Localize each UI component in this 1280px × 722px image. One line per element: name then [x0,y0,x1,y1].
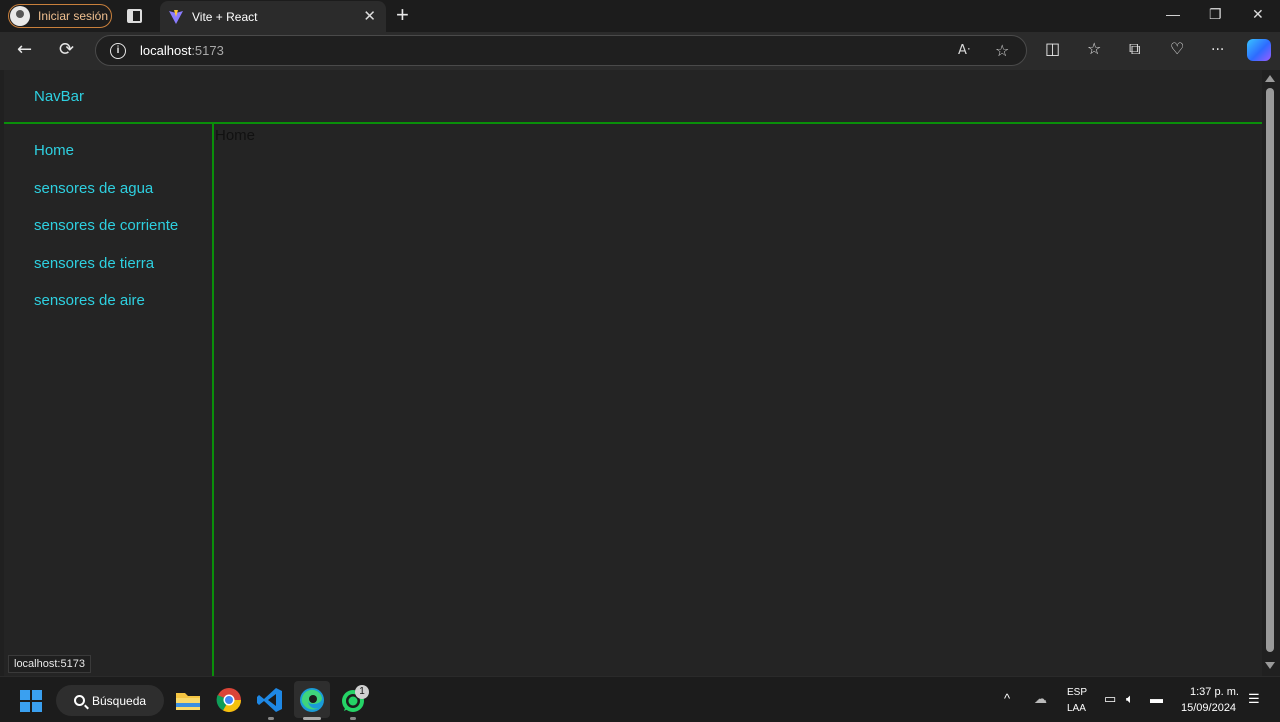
sidebar-item-sensores-corriente[interactable]: sensores de corriente [34,217,178,234]
read-aloud-icon[interactable]: Aᐧ [958,43,970,58]
vscode-icon[interactable] [256,686,284,714]
onedrive-cloud-icon[interactable]: ☁ [1034,691,1047,707]
edge-active-indicator [303,717,321,720]
scroll-down-arrow-icon[interactable] [1265,662,1275,669]
chrome-icon[interactable] [215,686,243,714]
favorite-star-icon[interactable]: ☆ [995,41,1009,60]
whatsapp-running-indicator [350,717,356,720]
network-icon[interactable]: ▭ [1104,691,1116,707]
edge-icon[interactable] [298,686,326,714]
tab-actions-icon[interactable] [127,9,142,23]
favorites-icon[interactable]: ☆ [1087,39,1101,58]
avatar-icon [10,6,30,26]
search-label: Búsqueda [92,693,147,708]
restore-button[interactable]: ❐ [1209,6,1222,23]
back-button[interactable]: ← [17,39,32,60]
file-explorer-icon[interactable] [174,686,202,714]
page-scrollbar[interactable] [1262,70,1280,676]
sidebar-item-sensores-tierra[interactable]: sensores de tierra [34,255,154,272]
browser-essentials-icon[interactable]: ♡ [1170,39,1184,58]
url-host: localhost [140,43,192,58]
browser-toolbar: ← ⟳ i localhost:5173 Aᐧ ☆ ◫ ☆ ⧉ ♡ ··· [0,32,1280,70]
navbar-title[interactable]: NavBar [34,88,84,105]
copilot-icon[interactable] [1247,39,1271,61]
battery-icon[interactable]: ▬ [1150,691,1163,706]
taskbar-search[interactable]: Búsqueda [56,685,164,716]
sidebar-item-sensores-agua[interactable]: sensores de agua [34,180,153,197]
address-bar[interactable]: i localhost:5173 Aᐧ ☆ [95,35,1027,66]
page-viewport: NavBar Home sensores de agua sensores de… [4,70,1262,676]
sidebar: Home sensores de agua sensores de corrie… [4,124,214,676]
browser-titlebar: Iniciar sesión Vite + React ✕ + — ❐ ✕ [0,0,1280,32]
sidebar-item-sensores-aire[interactable]: sensores de aire [34,292,145,309]
language-indicator-top[interactable]: ESP [1067,687,1087,698]
tab-vite-react[interactable]: Vite + React ✕ [160,1,386,32]
collections-icon[interactable]: ⧉ [1129,39,1140,59]
navbar: NavBar [4,70,1262,124]
new-tab-button[interactable]: + [396,2,409,28]
volume-icon[interactable]: 🔈︎ [1126,691,1134,707]
url-text: localhost:5173 [140,43,224,58]
start-button[interactable] [20,690,42,712]
minimize-button[interactable]: — [1166,6,1180,22]
close-window-button[interactable]: ✕ [1252,6,1264,23]
scroll-up-arrow-icon[interactable] [1265,75,1275,82]
split-screen-icon[interactable]: ◫ [1045,39,1060,58]
notifications-icon[interactable]: ☰ [1248,691,1260,707]
clock-date[interactable]: 15/09/2024 [1181,702,1236,714]
windows-taskbar: Búsqueda 1 ^ ☁ ESP LAA ▭ 🔈︎ ▬ 1:37 p. m.… [0,676,1280,722]
profile-label: Iniciar sesión [38,9,109,23]
scrollbar-thumb[interactable] [1266,88,1274,652]
tab-title: Vite + React [192,9,258,24]
tray-chevron-up-icon[interactable]: ^ [1004,691,1010,706]
main-content-text: Home [215,127,256,144]
url-port: :5173 [191,43,224,58]
profile-button[interactable]: Iniciar sesión [8,4,112,28]
tab-close-icon[interactable]: ✕ [363,7,376,25]
windows-logo-icon [20,690,30,700]
refresh-button[interactable]: ⟳ [59,39,74,60]
clock-time[interactable]: 1:37 p. m. [1190,686,1239,698]
site-info-icon[interactable]: i [110,42,126,59]
more-menu-button[interactable]: ··· [1211,42,1224,58]
search-icon [74,695,85,706]
status-url-tooltip: localhost:5173 [8,655,91,673]
vscode-running-indicator [268,717,274,720]
vite-favicon-icon [169,9,183,24]
whatsapp-notification-badge: 1 [355,685,369,699]
language-indicator-bottom[interactable]: LAA [1067,703,1086,714]
sidebar-item-home[interactable]: Home [34,142,74,159]
